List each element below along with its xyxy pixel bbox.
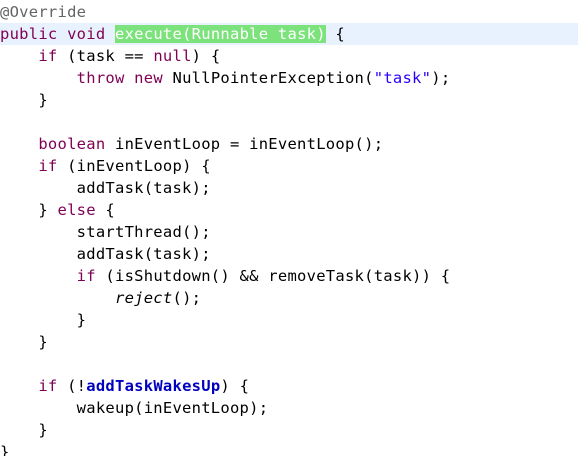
code-token-keyword: new (134, 69, 163, 87)
code-token-keyword: if (38, 47, 58, 65)
code-token-keyword: boolean (38, 135, 106, 153)
code-line[interactable] (0, 353, 578, 375)
code-line[interactable]: } else { (0, 199, 578, 221)
code-token-plain: ) { (220, 377, 250, 395)
code-line[interactable]: } (0, 309, 578, 331)
code-token-plain: { (325, 25, 345, 43)
code-line[interactable]: if (isShutdown() && removeTask(task)) { (0, 265, 578, 287)
code-token-keyword: throw (76, 69, 125, 87)
code-line[interactable]: boolean inEventLoop = inEventLoop(); (0, 133, 578, 155)
code-token-string: "task" (373, 69, 432, 87)
code-token-plain: } (0, 443, 10, 456)
code-line[interactable]: addTask(task); (0, 177, 578, 199)
code-line[interactable]: if (!addTaskWakesUp) { (0, 375, 578, 397)
code-line[interactable]: startThread(); (0, 221, 578, 243)
code-token-keyword: void (67, 25, 106, 43)
code-line[interactable]: if (inEventLoop) { (0, 155, 578, 177)
code-line[interactable]: throw new NullPointerException("task"); (0, 67, 578, 89)
code-token-plain: (task == (57, 47, 154, 65)
code-token-plain: } (0, 333, 48, 351)
code-line[interactable]: @Override (0, 1, 578, 23)
code-token-plain: } (0, 421, 48, 439)
code-token-plain: (inEventLoop) { (57, 157, 211, 175)
code-token-plain: { (95, 201, 115, 219)
code-line[interactable]: } (0, 331, 578, 353)
code-token-plain: } (0, 91, 48, 109)
code-line[interactable]: if (task == null) { (0, 45, 578, 67)
code-token-keyword: else (57, 201, 96, 219)
code-line[interactable]: addTask(task); (0, 243, 578, 265)
code-token-plain: } (0, 311, 87, 329)
code-line[interactable]: } (0, 441, 578, 456)
code-token-keyword: if (38, 377, 58, 395)
code-line[interactable]: public void execute(Runnable task) { (0, 23, 578, 45)
code-editor[interactable]: @Override public void execute(Runnable ta… (0, 0, 578, 456)
code-line[interactable]: wakeup(inEventLoop); (0, 397, 578, 419)
code-token-plain: ) { (191, 47, 221, 65)
code-token-plain: startThread(); (0, 223, 211, 241)
code-token-plain: (); (172, 289, 202, 307)
code-token-plain: ); (431, 69, 451, 87)
code-token-keyword: if (76, 267, 96, 285)
code-token-keyword: null (153, 47, 192, 65)
code-line[interactable] (0, 111, 578, 133)
code-token-plain: } (0, 201, 58, 219)
code-token-keyword: if (38, 157, 58, 175)
code-line[interactable]: } (0, 419, 578, 441)
code-token-annotation: @Override (0, 3, 87, 21)
code-token-keyword: public (0, 25, 58, 43)
code-token-plain: inEventLoop = inEventLoop(); (105, 135, 384, 153)
code-token-highlight: execute(Runnable task) (115, 25, 326, 43)
code-token-plain: (! (57, 377, 87, 395)
code-token-plain: addTask(task); (0, 245, 211, 263)
code-token-field: addTaskWakesUp (86, 377, 221, 395)
code-token-italic: reject (114, 289, 173, 307)
code-token-plain: wakeup(inEventLoop); (0, 399, 269, 417)
code-line[interactable]: } (0, 89, 578, 111)
code-token-plain: addTask(task); (0, 179, 211, 197)
code-token-plain: NullPointerException( (162, 69, 374, 87)
code-token-plain: (isShutdown() && removeTask(task)) { (95, 267, 451, 285)
code-line[interactable]: reject(); (0, 287, 578, 309)
